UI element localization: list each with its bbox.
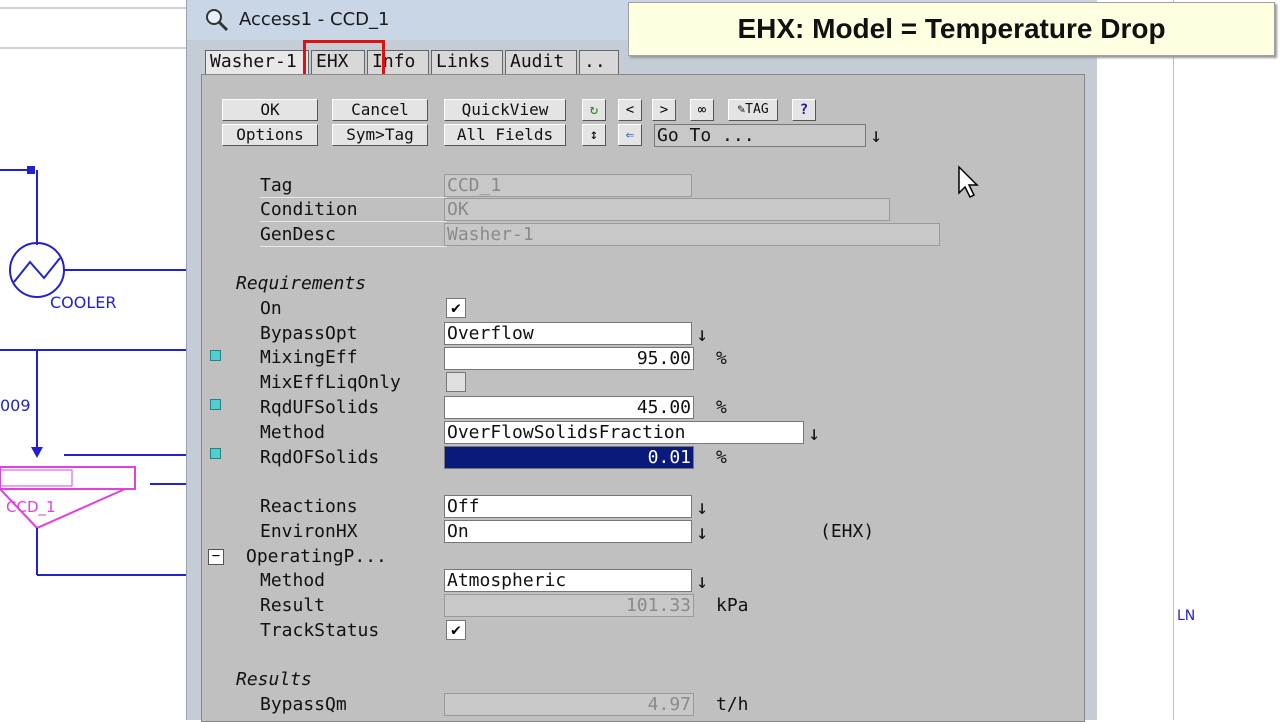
on-checkbox[interactable]: ✔	[446, 298, 466, 318]
binoculars-icon[interactable]: ∞	[690, 99, 714, 121]
chevron-down-icon[interactable]: ↓	[696, 495, 708, 519]
op-method-label: Method	[260, 570, 326, 591]
method-select[interactable]: OverFlowSolidsFraction	[444, 421, 804, 444]
tag-label: Tag	[260, 175, 293, 196]
stream-label: 009	[0, 396, 31, 415]
quickview-button[interactable]: QuickView	[444, 99, 566, 121]
flowsheet-drawing	[0, 7, 186, 576]
ok-button[interactable]: OK	[222, 99, 318, 121]
unit-label: CCD_1	[6, 498, 56, 516]
environhx-note: (EHX)	[820, 521, 875, 542]
rqdofsolids-unit: %	[716, 447, 727, 468]
gendesc-field[interactable]: Washer-1	[444, 223, 940, 246]
right-pane: LN	[1096, 0, 1280, 720]
tag-field[interactable]: CCD_1	[444, 174, 692, 197]
options-button[interactable]: Options	[222, 124, 318, 146]
gendesc-label: GenDesc	[260, 224, 336, 245]
refresh-icon[interactable]: ↻	[582, 99, 606, 121]
collapse-icon[interactable]: −	[208, 549, 224, 565]
method-label: Method	[260, 422, 326, 443]
reactions-label: Reactions	[260, 496, 358, 517]
changed-marker-icon	[210, 448, 221, 459]
pencil-icon: ✎	[737, 102, 746, 117]
chevron-down-icon[interactable]: ↓	[696, 569, 708, 593]
updown-icon[interactable]: ↕	[582, 124, 606, 146]
condition-field[interactable]: OK	[444, 198, 890, 221]
requirements-heading: Requirements	[236, 273, 367, 294]
op-method-select[interactable]: Atmospheric	[444, 569, 692, 592]
washer-panel: OK Cancel QuickView Options Sym>Tag All …	[201, 74, 1085, 722]
chevron-down-icon[interactable]: ↓	[696, 322, 708, 346]
bypassqm-label: BypassQm	[260, 694, 347, 715]
changed-marker-icon	[210, 350, 221, 361]
cancel-button[interactable]: Cancel	[332, 99, 428, 121]
help-button[interactable]: ?	[792, 99, 816, 121]
mixeffliqonly-checkbox[interactable]	[446, 372, 466, 392]
chevron-down-icon[interactable]: ↓	[870, 123, 882, 147]
rqdufsolids-input[interactable]: 45.00	[444, 396, 694, 419]
trackstatus-label: TrackStatus	[260, 620, 380, 641]
tab-audit[interactable]: Audit	[505, 50, 577, 74]
bypassopt-label: BypassOpt	[260, 323, 358, 344]
pane-divider	[1173, 0, 1174, 720]
trackstatus-checkbox[interactable]: ✔	[446, 620, 466, 640]
cursor-icon	[958, 165, 979, 199]
results-heading: Results	[236, 669, 312, 690]
chevron-down-icon[interactable]: ↓	[808, 421, 820, 445]
mixingeff-label: MixingEff	[260, 347, 358, 368]
prev-button[interactable]: <	[618, 99, 642, 121]
result-label: Result	[260, 595, 326, 616]
reactions-select[interactable]: Off	[444, 495, 692, 518]
condition-label: Condition	[260, 199, 358, 220]
caption-banner: EHX: Model = Temperature Drop	[628, 2, 1275, 56]
rqdufsolids-unit: %	[716, 397, 727, 418]
next-button[interactable]: >	[652, 99, 676, 121]
bypassqm-field[interactable]: 4.97	[444, 693, 694, 716]
environhx-label: EnvironHX	[260, 521, 358, 542]
tab-more[interactable]: ..	[579, 50, 619, 74]
rqdofsolids-label: RqdOFSolids	[260, 447, 380, 468]
symtag-button[interactable]: Sym>Tag	[332, 124, 428, 146]
rqdufsolids-label: RqdUFSolids	[260, 397, 380, 418]
bypassqm-unit: t/h	[716, 694, 749, 715]
cooler-label: COOLER	[50, 293, 117, 312]
mixingeff-input[interactable]: 95.00	[444, 347, 694, 370]
back-arrow-icon[interactable]: ⇐	[618, 124, 642, 146]
result-unit: kPa	[716, 595, 749, 616]
tab-links[interactable]: Links	[431, 50, 503, 74]
operatingp-label[interactable]: OperatingP...	[246, 546, 387, 567]
tab-washer[interactable]: Washer-1	[205, 50, 309, 74]
magnifier-icon	[206, 9, 229, 32]
right-pane-label: LN	[1177, 608, 1196, 624]
access-window: Access1 - CCD_1 Washer-1 EHX Info Links …	[186, 0, 1097, 722]
allfields-button[interactable]: All Fields	[444, 124, 566, 146]
goto-select[interactable]: Go To ...	[654, 124, 866, 147]
rqdofsolids-input[interactable]: 0.01	[444, 446, 694, 469]
mixeffliqonly-label: MixEffLiqOnly	[260, 372, 401, 393]
tag-button[interactable]: ✎TAG	[728, 99, 778, 121]
chevron-down-icon[interactable]: ↓	[696, 520, 708, 544]
tag-button-label: TAG	[745, 102, 769, 117]
environhx-select[interactable]: On	[444, 520, 692, 543]
window-title: Access1 - CCD_1	[239, 9, 390, 30]
on-label: On	[260, 298, 282, 319]
changed-marker-icon	[210, 399, 221, 410]
result-field[interactable]: 101.33	[444, 594, 694, 617]
bypassopt-select[interactable]: Overflow	[444, 322, 692, 345]
mixingeff-unit: %	[716, 348, 727, 369]
